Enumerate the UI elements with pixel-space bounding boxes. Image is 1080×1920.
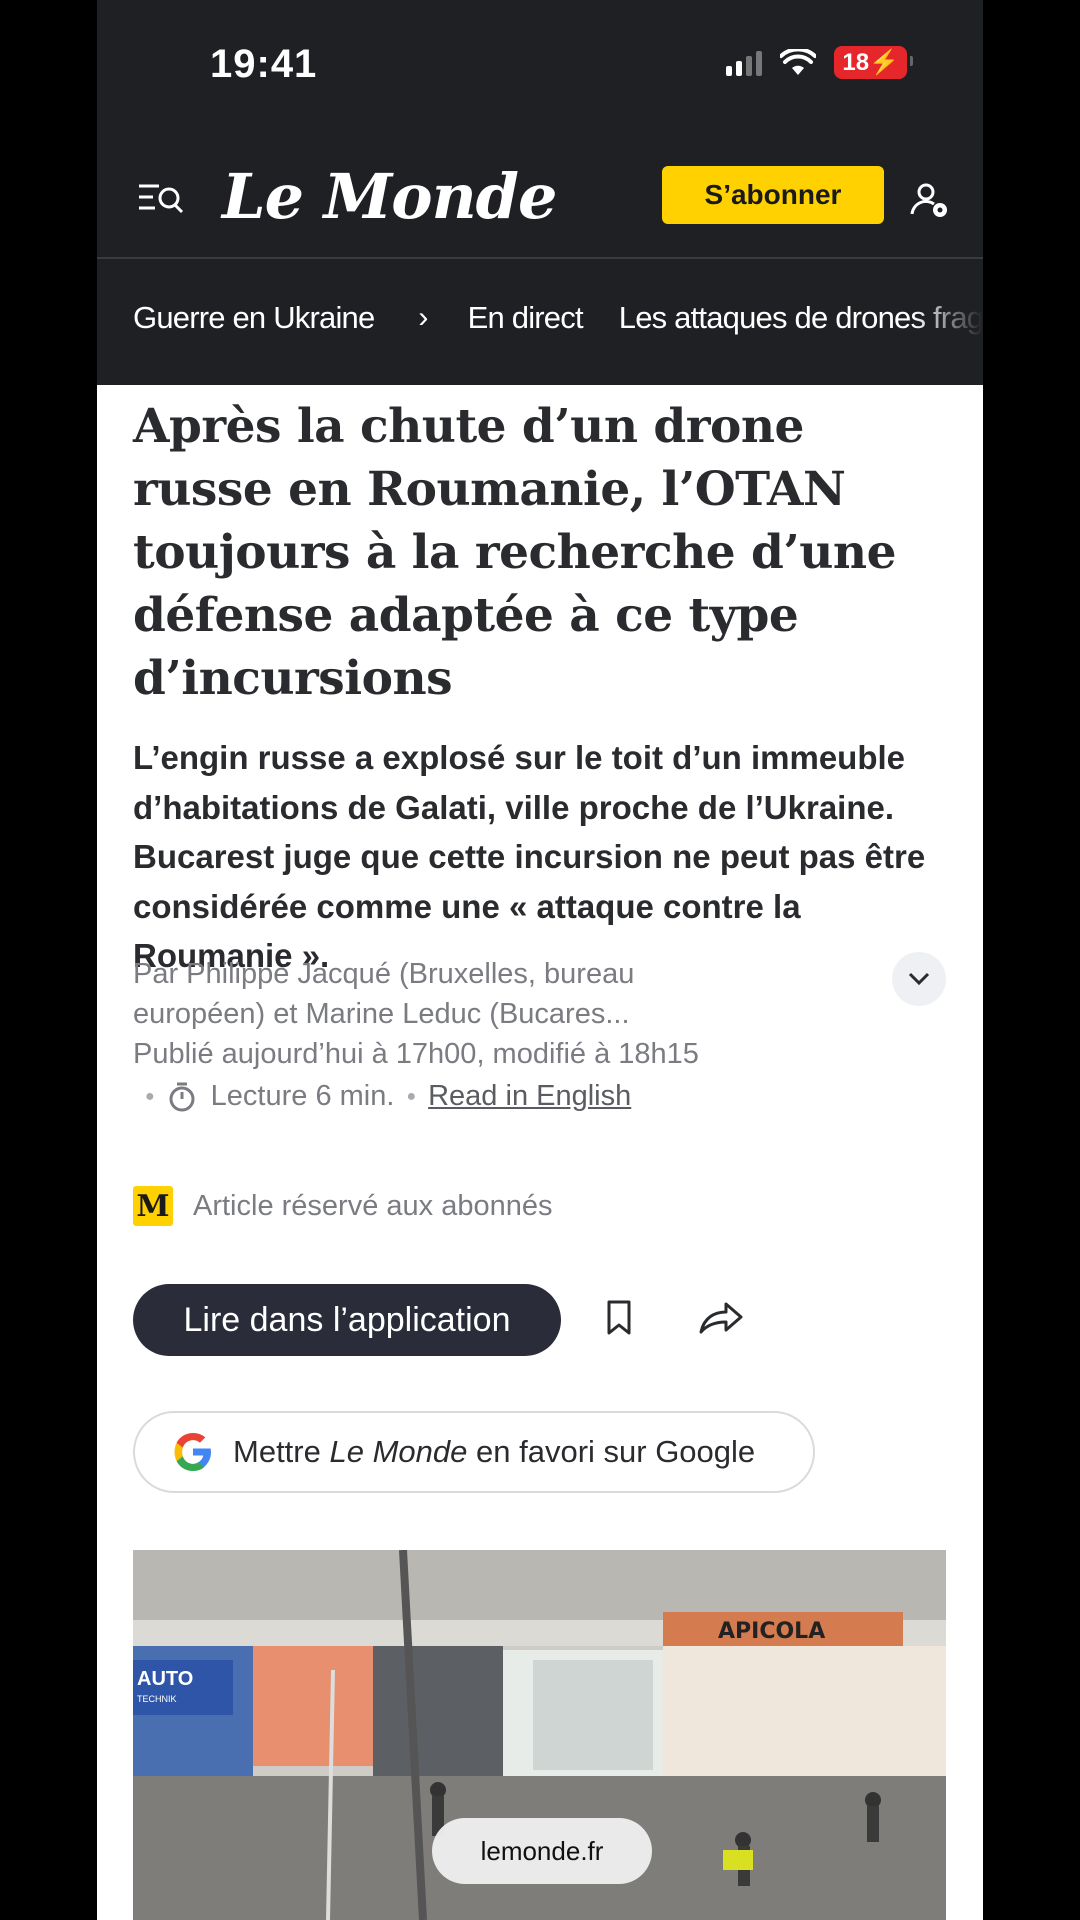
reading-time: Lecture 6 min.	[210, 1080, 395, 1112]
le-monde-m-badge: M	[133, 1186, 173, 1226]
article-title: Après la chute d’un drone russe en Rouma…	[133, 399, 896, 706]
google-label-brand: Le Monde	[329, 1434, 468, 1469]
google-button-label: Mettre Le Monde en favori sur Google	[233, 1434, 755, 1470]
phone-screen: 19:41 18⚡ Le Monde S’abonner Guerre en U…	[97, 0, 983, 1920]
byline-line-1[interactable]: Par Philippe Jacqué (Bruxelles, bureau	[133, 954, 823, 994]
battery-level: 18	[842, 49, 870, 76]
account-settings-icon[interactable]	[908, 178, 950, 220]
google-g-icon	[174, 1433, 211, 1471]
header-divider	[97, 257, 983, 259]
expand-byline-button[interactable]	[892, 952, 946, 1006]
status-time: 19:41	[210, 42, 318, 86]
section-nav: Guerre en Ukraine › En direct Les attaqu…	[133, 300, 983, 336]
article-meta: ● Lecture 6 min. ● Read in English	[133, 1080, 631, 1113]
auto-sign-sub: TECHNIK	[137, 1694, 177, 1704]
le-monde-logo[interactable]: Le Monde	[222, 160, 557, 233]
article-lead: L’engin russe a explosé sur le toit d’un…	[133, 739, 926, 974]
article-content: Après la chute d’un drone russe en Rouma…	[133, 395, 948, 981]
timer-icon	[169, 1082, 195, 1111]
cellular-signal-icon	[726, 50, 763, 76]
subscribers-only-label: Article réservé aux abonnés	[193, 1189, 553, 1222]
chevron-right-icon: ›	[418, 301, 428, 334]
nav-fade	[913, 262, 983, 382]
google-label-suffix: en favori sur Google	[476, 1434, 756, 1469]
subscribers-only-notice: M Article réservé aux abonnés	[133, 1186, 552, 1226]
article-byline: Par Philippe Jacqué (Bruxelles, bureau e…	[133, 954, 823, 1074]
byline-line-2[interactable]: européen) et Marine Leduc (Bucares...	[133, 994, 823, 1034]
subscribe-button[interactable]: S’abonner	[662, 166, 884, 224]
bookmark-icon[interactable]	[606, 1300, 632, 1336]
menu-search-icon[interactable]	[137, 178, 185, 218]
published-date: Publié aujourd’hui à 17h00, modifié à 18…	[133, 1038, 699, 1070]
battery-indicator: 18⚡	[834, 46, 913, 79]
chevron-down-icon	[908, 972, 930, 986]
read-in-app-button[interactable]: Lire dans l’application	[133, 1284, 561, 1356]
auto-sign: AUTO	[137, 1668, 193, 1690]
apicola-sign: APICOLA	[718, 1619, 825, 1644]
nav-item-en-direct[interactable]: En direct	[468, 300, 584, 336]
nav-item-guerre-en-ukraine[interactable]: Guerre en Ukraine	[133, 300, 375, 336]
google-label-prefix: Mettre	[233, 1434, 321, 1469]
google-favorite-button[interactable]: Mettre Le Monde en favori sur Google	[133, 1411, 815, 1493]
status-icons: 18⚡	[726, 46, 913, 79]
wifi-icon	[780, 48, 817, 75]
charging-icon: ⚡	[869, 49, 899, 76]
separator-dot: ●	[145, 1087, 155, 1105]
browser-domain-pill[interactable]: lemonde.fr	[432, 1818, 652, 1884]
share-icon[interactable]	[698, 1300, 744, 1336]
separator-dot: ●	[406, 1087, 417, 1105]
read-in-english-link[interactable]: Read in English	[428, 1080, 631, 1113]
